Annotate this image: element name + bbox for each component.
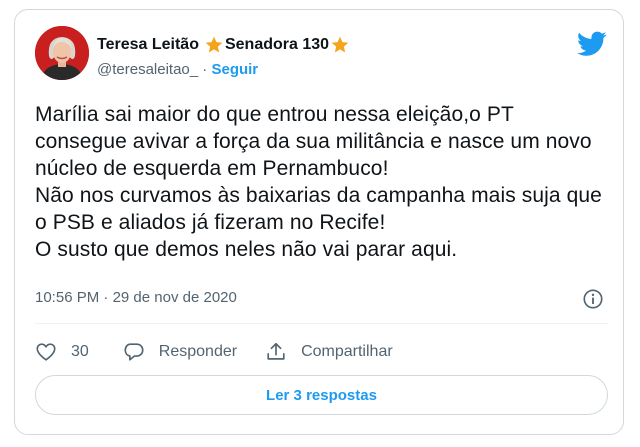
share-button[interactable]: Compartilhar — [265, 341, 393, 363]
heart-icon — [36, 343, 56, 361]
share-label: Compartilhar — [301, 343, 393, 360]
star-icon — [331, 36, 349, 53]
tweet-text: Marília sai maior do que entrou nessa el… — [35, 103, 602, 261]
author-name[interactable]: Teresa Leitão — [97, 36, 199, 54]
tweet-time[interactable]: 10:56 PM — [35, 289, 99, 306]
author-handle[interactable]: @teresaleitao_ — [97, 61, 198, 78]
read-replies-label: Ler 3 respostas — [266, 386, 377, 404]
share-icon — [267, 342, 285, 360]
action-bar: 30 Responder Compartilhar — [35, 341, 393, 363]
star-icon — [205, 36, 223, 53]
reply-label: Responder — [158, 343, 238, 360]
handle-row: @teresaleitao_ · Seguir — [97, 61, 258, 78]
tweet-date[interactable]: 29 de nov de 2020 — [113, 289, 237, 306]
reply-button[interactable]: Responder — [123, 341, 237, 363]
like-button[interactable]: 30 — [35, 341, 89, 363]
twitter-bird-icon[interactable] — [577, 31, 607, 57]
author-title: Senadora 130 — [224, 36, 330, 53]
like-count: 30 — [71, 343, 89, 360]
author-name-row[interactable]: Teresa Leitão Senadora 130 — [97, 35, 351, 55]
read-replies-button[interactable]: Ler 3 respostas — [35, 375, 608, 415]
tweet-timestamp[interactable]: 10:56 PM · 29 de nov de 2020 — [35, 289, 237, 306]
avatar[interactable] — [35, 26, 89, 80]
divider — [35, 323, 608, 324]
separator-dot: · — [202, 61, 208, 78]
info-icon[interactable] — [582, 288, 604, 310]
follow-button[interactable]: Seguir — [211, 61, 258, 78]
reply-icon — [124, 343, 144, 361]
tweet-card: Teresa Leitão Senadora 130 @teresaleitao… — [14, 9, 624, 435]
